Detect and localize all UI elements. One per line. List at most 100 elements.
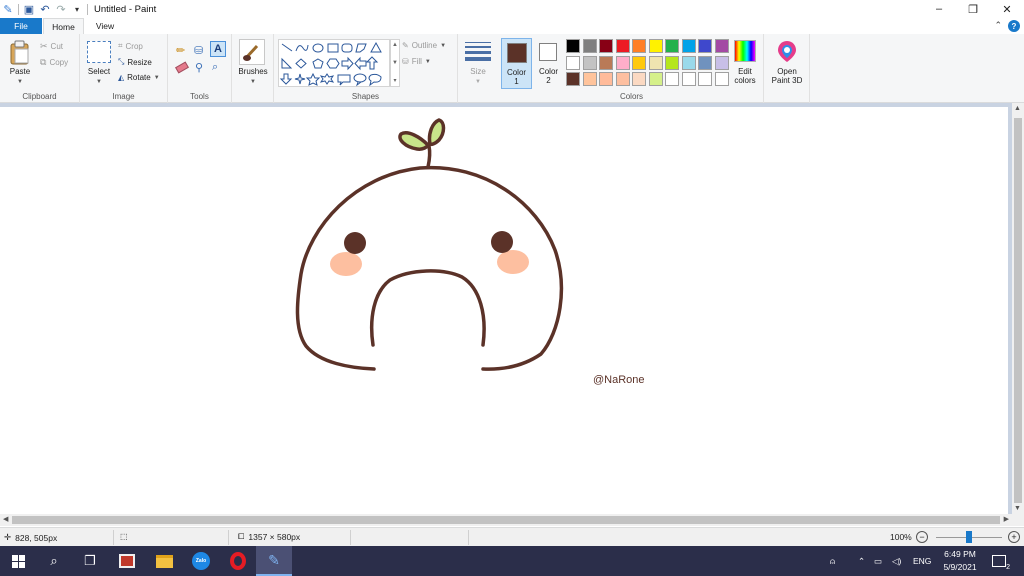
- people-icon[interactable]: ⍝: [830, 546, 835, 576]
- palette-swatch[interactable]: [599, 72, 613, 86]
- redo-icon[interactable]: ↷: [55, 3, 67, 16]
- palette-swatch[interactable]: [566, 55, 580, 70]
- palette-swatch[interactable]: [648, 72, 663, 86]
- tab-file[interactable]: File: [0, 18, 42, 34]
- palette-swatch[interactable]: [582, 39, 597, 53]
- open-paint3d-label[interactable]: Open: [764, 67, 810, 76]
- restore-button[interactable]: ❐: [956, 0, 990, 18]
- palette-swatch[interactable]: [665, 39, 679, 53]
- zoom-out-button[interactable]: −: [916, 531, 928, 543]
- scroll-left-icon[interactable]: ◀: [3, 515, 8, 523]
- color1-button[interactable]: Color 1: [501, 38, 532, 89]
- paint-app-icon[interactable]: ✎: [2, 3, 14, 16]
- show-hidden-icons[interactable]: ⌃: [858, 546, 865, 576]
- edit-colors-icon[interactable]: [734, 40, 756, 62]
- resize-button[interactable]: ⤡ Resize: [118, 57, 152, 67]
- edit-colors-label-2[interactable]: colors: [724, 76, 766, 85]
- rotate-button[interactable]: ◭ Rotate ▼: [118, 73, 160, 82]
- select-icon[interactable]: [87, 41, 111, 63]
- volume-icon[interactable]: ◁): [892, 546, 901, 576]
- brushes-label[interactable]: Brushes: [232, 67, 274, 76]
- close-button[interactable]: ✕: [990, 0, 1024, 18]
- undo-icon[interactable]: ↶: [39, 3, 51, 16]
- paint3d-icon[interactable]: [776, 39, 798, 63]
- paste-dropdown-icon[interactable]: ▼: [4, 76, 36, 85]
- eraser-icon[interactable]: [175, 61, 189, 74]
- network-icon[interactable]: ▭: [874, 546, 882, 576]
- brushes-dropdown-icon[interactable]: ▼: [232, 76, 274, 85]
- palette-swatch[interactable]: [681, 39, 696, 53]
- zoom-in-button[interactable]: +: [1008, 531, 1020, 543]
- drawing-canvas[interactable]: @NaRone: [0, 107, 1008, 514]
- cut-button[interactable]: ✂ Cut: [40, 41, 63, 52]
- zoom-slider-thumb[interactable]: [966, 531, 972, 543]
- horizontal-scroll-thumb[interactable]: [12, 516, 1000, 524]
- color-picker-icon[interactable]: ⚲: [195, 61, 203, 74]
- vertical-scroll-thumb[interactable]: [1014, 118, 1022, 503]
- palette-swatch[interactable]: [615, 39, 630, 53]
- palette-swatch[interactable]: [566, 39, 580, 53]
- clock[interactable]: 6:49 PM 5/9/2021: [936, 546, 984, 576]
- crop-button[interactable]: ⌗ Crop: [118, 41, 143, 51]
- palette-swatch[interactable]: [615, 55, 630, 70]
- palette-swatch[interactable]: [615, 72, 630, 86]
- start-button[interactable]: [0, 546, 36, 576]
- help-icon[interactable]: ?: [1008, 20, 1020, 32]
- shapes-gallery-scroll[interactable]: ▲ ▼ ▾: [390, 39, 400, 87]
- file-explorer-icon[interactable]: [146, 546, 182, 576]
- select-dropdown-icon[interactable]: ▼: [83, 76, 115, 85]
- palette-swatch[interactable]: [632, 72, 646, 86]
- task-view-icon[interactable]: ❐: [72, 546, 108, 576]
- language-indicator[interactable]: ENG: [913, 546, 931, 576]
- paint-taskbar-icon[interactable]: ✎: [256, 546, 292, 576]
- open-paint3d-label-2[interactable]: Paint 3D: [764, 76, 810, 85]
- select-label[interactable]: Select: [83, 67, 115, 76]
- pencil-icon[interactable]: ✏: [176, 44, 185, 57]
- palette-swatch[interactable]: [698, 72, 712, 86]
- copy-button[interactable]: ⧉ Copy: [40, 57, 68, 68]
- palette-swatch[interactable]: [599, 55, 613, 70]
- palette-swatch[interactable]: [566, 72, 580, 86]
- palette-swatch[interactable]: [648, 55, 663, 70]
- search-icon[interactable]: ⌕: [36, 546, 72, 576]
- zalo-icon[interactable]: Zalo: [183, 546, 219, 576]
- edit-colors-label[interactable]: Edit: [724, 67, 766, 76]
- save-icon[interactable]: ▣: [23, 3, 35, 16]
- tab-view[interactable]: View: [86, 18, 124, 34]
- palette-swatch[interactable]: [582, 72, 597, 86]
- snipping-tool-icon[interactable]: [109, 546, 145, 576]
- shapes-gallery-icons[interactable]: [279, 40, 391, 88]
- palette-swatch[interactable]: [698, 55, 712, 70]
- fill-bucket-icon[interactable]: ⛁: [194, 44, 203, 57]
- customize-toolbar-icon[interactable]: ▾: [71, 3, 83, 15]
- palette-swatch[interactable]: [698, 39, 712, 53]
- palette-swatch[interactable]: [632, 39, 646, 53]
- size-icon[interactable]: [465, 41, 491, 61]
- scroll-down-icon[interactable]: ▼: [1014, 505, 1021, 512]
- palette-swatch[interactable]: [599, 39, 613, 53]
- palette-swatch[interactable]: [665, 55, 679, 70]
- outline-button[interactable]: ✎ Outline ▼: [402, 41, 446, 50]
- rotate-dropdown-icon[interactable]: ▼: [154, 75, 160, 81]
- brushes-button[interactable]: [239, 39, 265, 65]
- minimize-button[interactable]: –: [922, 0, 956, 18]
- color2-button[interactable]: Color 2: [533, 38, 564, 89]
- palette-swatch[interactable]: [681, 72, 696, 86]
- size-dropdown-icon[interactable]: ▼: [458, 76, 498, 85]
- opera-icon[interactable]: [220, 546, 256, 576]
- palette-swatch[interactable]: [714, 39, 729, 53]
- tab-home[interactable]: Home: [43, 18, 84, 34]
- scroll-right-icon[interactable]: ▶: [1004, 515, 1009, 523]
- palette-swatch[interactable]: [582, 55, 597, 70]
- palette-swatch[interactable]: [665, 72, 679, 86]
- notification-center-icon[interactable]: 2: [992, 546, 1010, 576]
- palette-swatch[interactable]: [632, 55, 646, 70]
- text-tool-icon[interactable]: A: [210, 41, 226, 57]
- collapse-ribbon-icon[interactable]: ⌃: [994, 20, 1002, 31]
- size-label[interactable]: Size: [458, 67, 498, 76]
- paste-button[interactable]: [8, 40, 32, 66]
- palette-swatch[interactable]: [681, 55, 696, 70]
- fill-button[interactable]: ⛁ Fill ▼: [402, 57, 431, 66]
- scroll-up-icon[interactable]: ▲: [1014, 105, 1021, 112]
- palette-swatch[interactable]: [648, 39, 663, 53]
